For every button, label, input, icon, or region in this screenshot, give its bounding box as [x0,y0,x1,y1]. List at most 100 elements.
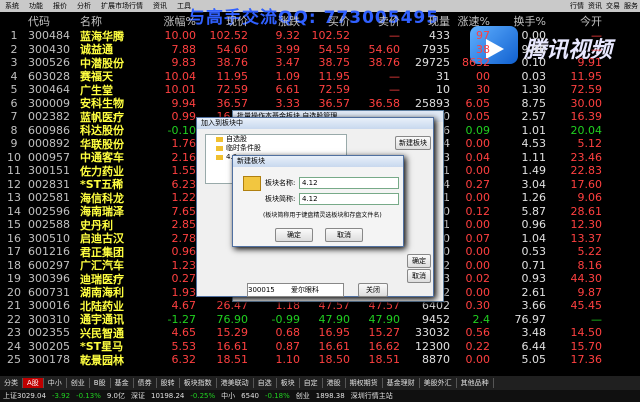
tab-item[interactable]: 板块指数 [180,378,217,388]
menu-item-function[interactable]: 功能 [29,1,43,11]
tab-item[interactable]: 分类 [0,378,23,388]
block-name-input[interactable]: 4.12 [299,177,399,189]
header-sell[interactable]: 卖价 [350,13,400,29]
menu-item-system[interactable]: 系统 [5,1,19,11]
ask: 54.60 [368,42,401,56]
open-price: 13.37 [570,231,603,245]
turnover: 0.03 [521,69,547,83]
open-price: 9.91 [577,56,603,70]
tab-item[interactable]: 中小 [44,378,67,388]
tree-item[interactable]: 临时条件股 [206,144,346,153]
open-price: 12.30 [570,218,603,232]
stock-code: 300310 [28,312,70,326]
header-name[interactable]: 名称 [80,13,148,29]
change: 3.33 [275,96,301,110]
row-index: 10 [7,150,21,164]
tab-item[interactable]: A股 [23,378,44,388]
menu-right-service[interactable]: 服务 [624,1,638,11]
open-price: 14.50 [570,326,603,340]
open-price: 23.46 [570,150,603,164]
menu-item-news[interactable]: 资讯 [153,1,167,11]
speed: 30 [476,83,490,97]
change-pct: 2.85 [171,218,197,232]
price: 76.90 [216,312,249,326]
speed: 0.00 [465,245,491,259]
header-pct[interactable]: 涨幅% [148,13,196,29]
tab-item[interactable]: 板块 [277,378,300,388]
menu-right-quotes[interactable]: 行情 [570,1,584,11]
row-index: 19 [7,272,21,286]
change-pct: 10.00 [164,29,197,43]
menu-item-extended[interactable]: 扩展市场行情 [101,1,143,11]
new-block-button[interactable]: 新建板块 [395,136,431,150]
new-cancel-button[interactable]: 取消 [325,228,363,242]
change-pct: 7.88 [171,42,197,56]
stock-code: 300178 [28,353,70,367]
row-index: 14 [7,204,21,218]
tab-item[interactable]: 其他品种 [457,378,494,388]
price: 54.60 [216,42,249,56]
header-rise[interactable]: 涨速% [450,13,490,29]
new-ok-button[interactable]: 确定 [275,228,313,242]
menu-right-trade[interactable]: 交易 [606,1,620,11]
close-button[interactable]: 关闭 [358,283,388,297]
change-pct: -1.27 [167,312,196,326]
tab-item[interactable]: 股转 [157,378,180,388]
menu-item-analysis[interactable]: 分析 [77,1,91,11]
header-code[interactable]: 代码 [28,13,80,29]
volume: 10 [436,83,450,97]
folder-icon [216,154,223,160]
add-cancel-button[interactable]: 取消 [407,269,431,283]
turnover: 1.11 [521,150,547,164]
change-pct: 6.23 [171,177,197,191]
turnover: 0.71 [521,258,547,272]
tab-item[interactable]: 债券 [134,378,157,388]
header-chg[interactable]: 涨跌 [248,13,300,29]
tree-item[interactable]: 自选股 [206,135,346,144]
tab-item[interactable]: 基金 [111,378,134,388]
tab-item[interactable]: 期权期货 [346,378,383,388]
row-index: 11 [7,164,21,178]
volume: 31 [436,69,450,83]
add-ok-button[interactable]: 确定 [407,254,431,268]
volume: 33032 [415,326,450,340]
tab-item[interactable]: 港股 [323,378,346,388]
status-item: -3.92 [51,392,71,400]
change: 3.99 [275,42,301,56]
tab-item[interactable]: 自选 [254,378,277,388]
menu-item-quote[interactable]: 报价 [53,1,67,11]
stock-code: 300484 [28,29,70,43]
header-turn[interactable]: 换手% [490,13,546,29]
menu-right-news[interactable]: 资讯 [588,1,602,11]
stock-code: 300016 [28,299,70,313]
price: 15.29 [216,326,249,340]
turnover: 1.04 [521,231,547,245]
row-index: 2 [10,42,18,56]
row-index: 8 [10,123,18,137]
stock-code: 603028 [28,69,70,83]
change-pct: 6.32 [171,353,197,367]
header-vol[interactable]: 现量 [400,13,450,29]
open-price: 30.00 [570,96,603,110]
ask: — [389,69,400,83]
speed: 0.07 [465,231,491,245]
row-index: 21 [7,299,21,313]
tab-item[interactable]: 自定 [300,378,323,388]
turnover: 5.05 [521,353,547,367]
speed: 0.00 [465,164,491,178]
block-short-input[interactable]: 4.12 [299,193,399,205]
header-open[interactable]: 今开 [546,13,602,29]
change-pct: 1.23 [171,258,197,272]
change: 9.32 [275,29,301,43]
table-row[interactable]: 25 300178 乾景园林 6.32 18.51 1.10 18.50 18.51 8870 0… [0,353,640,367]
tab-item[interactable]: 美股外汇 [420,378,457,388]
tab-item[interactable]: 港美联动 [217,378,254,388]
header-price[interactable]: 现价 [196,13,248,29]
table-header: 代码 名称 涨幅% 现价 涨跌 买价 卖价 现量 涨速% 换手% 今开 [0,12,640,29]
header-buy[interactable]: 买价 [300,13,350,29]
stock-code: 002596 [28,204,70,218]
tab-item[interactable]: 基金理财 [383,378,420,388]
tab-item[interactable]: 创业 [67,378,90,388]
tab-item[interactable]: B股 [90,378,111,388]
volume: 12300 [415,339,450,353]
